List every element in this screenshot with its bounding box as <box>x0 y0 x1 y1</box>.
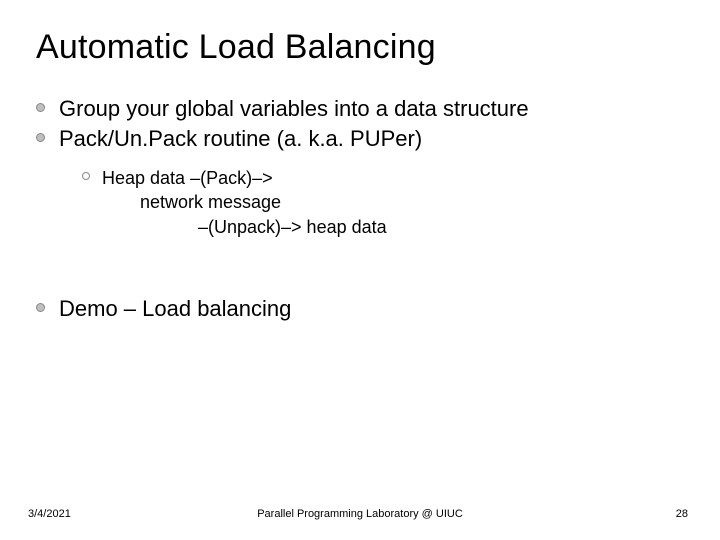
bullet-dot-icon <box>36 103 45 112</box>
sub-bullet-block: Heap data –(Pack)–> network message –(Un… <box>82 166 684 239</box>
bullet-list: Group your global variables into a data … <box>36 95 684 322</box>
slide-title: Automatic Load Balancing <box>36 28 684 67</box>
bullet-item: Demo – Load balancing <box>36 295 684 323</box>
bullet-dot-icon <box>36 303 45 312</box>
footer-page-number: 28 <box>676 508 688 520</box>
sub-bullet-line: –(Unpack)–> heap data <box>198 215 684 239</box>
bullet-text: Pack/Un.Pack routine (a. k.a. PUPer) <box>59 125 422 153</box>
footer-date: 3/4/2021 <box>28 508 71 520</box>
slide-footer: 3/4/2021 Parallel Programming Laboratory… <box>0 508 720 520</box>
bullet-item: Group your global variables into a data … <box>36 95 684 123</box>
sub-bullet-item: Heap data –(Pack)–> <box>82 166 684 190</box>
bullet-item: Pack/Un.Pack routine (a. k.a. PUPer) <box>36 125 684 153</box>
bullet-text: Group your global variables into a data … <box>59 95 529 123</box>
bullet-ring-icon <box>82 172 90 180</box>
slide: Automatic Load Balancing Group your glob… <box>0 0 720 540</box>
sub-bullet-text: Heap data –(Pack)–> <box>102 166 273 190</box>
footer-center: Parallel Programming Laboratory @ UIUC <box>0 508 720 520</box>
sub-bullet-line: network message <box>140 190 684 214</box>
bullet-text: Demo – Load balancing <box>59 295 291 323</box>
bullet-dot-icon <box>36 133 45 142</box>
